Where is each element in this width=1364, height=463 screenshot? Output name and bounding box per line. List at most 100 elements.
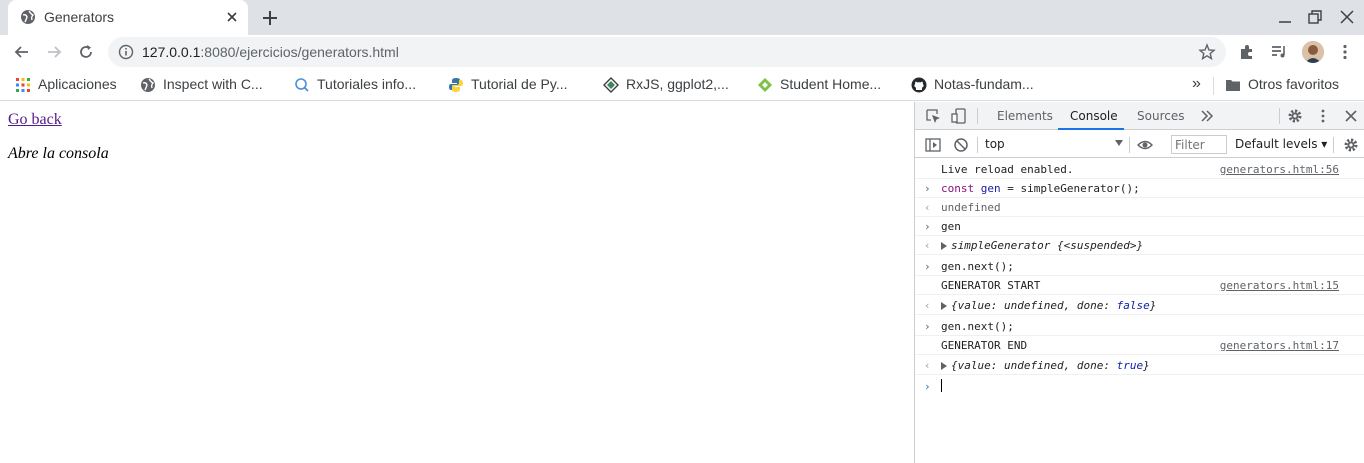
url-path: :8080/ejercicios/generators.html <box>200 44 399 60</box>
github-icon <box>911 77 927 93</box>
expand-triangle-icon <box>941 242 947 250</box>
console-input-row: › gen.next(); <box>915 316 1364 336</box>
close-tab-icon[interactable] <box>224 9 240 25</box>
filter-input[interactable] <box>1171 135 1227 154</box>
close-icon[interactable] <box>1343 108 1359 124</box>
bookmarks-bar: Aplicaciones Inspect with C... Tutoriale… <box>0 69 1364 101</box>
bookmark-label: Notas-fundam... <box>934 76 1034 92</box>
result-object[interactable]: {value: undefined, done: false} <box>941 299 1156 312</box>
new-tab-icon[interactable] <box>260 8 280 28</box>
apps-grid-icon <box>16 78 30 92</box>
console-result-row[interactable]: ‹ {value: undefined, done: true} <box>915 355 1364 375</box>
bookmark-label: Tutoriales info... <box>317 76 417 92</box>
inspect-element-icon[interactable] <box>925 108 941 124</box>
address-bar[interactable]: 127.0.0.1:8080/ejercicios/generators.htm… <box>108 37 1226 67</box>
student-icon <box>758 78 772 92</box>
restore-icon[interactable] <box>1306 8 1324 26</box>
device-toolbar-icon[interactable] <box>951 108 967 124</box>
input-chevron-icon: › <box>924 220 931 233</box>
result-object[interactable]: simpleGenerator {<suspended>} <box>941 239 1143 252</box>
console-input-row: › gen <box>915 216 1364 236</box>
tab-strip: Generators <box>0 0 1364 35</box>
tab-divider <box>1279 108 1280 124</box>
context-value: top <box>985 137 1005 151</box>
back-arrow-icon[interactable] <box>12 42 32 62</box>
toolbar-divider <box>1129 137 1130 153</box>
log-message: GENERATOR END <box>941 339 1028 352</box>
result-arrow-icon: ‹ <box>924 299 931 312</box>
console-settings-icon[interactable] <box>1343 137 1359 153</box>
source-link[interactable]: generators.html:56 <box>1220 163 1339 176</box>
site-info-icon[interactable] <box>118 44 134 60</box>
python-icon <box>449 78 463 92</box>
console-log-row: GENERATOR END generators.html:17 <box>915 335 1364 355</box>
minimize-icon[interactable] <box>1276 8 1294 26</box>
text-caret <box>941 379 942 392</box>
toolbar-divider <box>1333 137 1334 153</box>
source-link[interactable]: generators.html:15 <box>1220 279 1339 292</box>
kebab-menu-icon[interactable] <box>1315 108 1331 124</box>
media-queue-icon[interactable] <box>1270 43 1288 61</box>
devtools-tabbar: Elements Console Sources <box>915 102 1364 130</box>
bookmarks-overflow-button[interactable]: » <box>1192 75 1201 93</box>
page-content: Go back Abre la consola <box>0 102 914 463</box>
command-text: gen.next(); <box>941 260 1014 273</box>
bookmark-label: Tutorial de Py... <box>471 76 568 92</box>
url-host: 127.0.0.1 <box>142 44 201 60</box>
reload-icon[interactable] <box>76 42 96 62</box>
command-text: const gen = simpleGenerator(); <box>941 182 1140 195</box>
profile-avatar[interactable] <box>1302 41 1324 63</box>
tab-console[interactable]: Console <box>1070 109 1118 123</box>
console-toolbar: top Default levels ▾ <box>915 131 1364 158</box>
other-bookmarks-label: Otros favoritos <box>1248 76 1340 92</box>
more-tabs-icon[interactable] <box>1199 108 1215 124</box>
console-input-row: › gen.next(); <box>915 256 1364 276</box>
result-text: undefined <box>941 201 1001 214</box>
url-text: 127.0.0.1:8080/ejercicios/generators.htm… <box>142 44 399 60</box>
tab-elements[interactable]: Elements <box>997 109 1053 123</box>
input-chevron-icon: › <box>924 182 931 195</box>
input-chevron-icon: › <box>924 260 931 273</box>
search-bulb-icon <box>295 78 309 92</box>
globe-icon <box>141 78 155 92</box>
bookmark-label: Aplicaciones <box>38 76 117 92</box>
sidebar-toggle-icon[interactable] <box>925 137 941 153</box>
expand-triangle-icon <box>941 302 947 310</box>
kebab-menu-icon[interactable] <box>1336 43 1354 61</box>
log-message: Live reload enabled. <box>941 163 1074 176</box>
console-result-row[interactable]: ‹ {value: undefined, done: false} <box>915 295 1364 315</box>
clear-console-icon[interactable] <box>953 137 969 153</box>
console-prompt[interactable]: › <box>915 376 1364 396</box>
browser-toolbar: 127.0.0.1:8080/ejercicios/generators.htm… <box>0 35 1364 69</box>
result-arrow-icon: ‹ <box>924 359 931 372</box>
gear-icon[interactable] <box>1287 108 1303 124</box>
log-levels-dropdown[interactable]: Default levels ▾ <box>1235 137 1327 151</box>
input-chevron-icon: › <box>924 320 931 333</box>
bookmarks-separator <box>1213 77 1214 95</box>
eye-icon[interactable] <box>1137 137 1153 153</box>
bookmark-label: RxJS, ggplot2,... <box>626 76 729 92</box>
forward-arrow-icon[interactable] <box>44 42 64 62</box>
result-object[interactable]: {value: undefined, done: true} <box>941 359 1150 372</box>
result-arrow-icon: ‹ <box>924 239 931 252</box>
browser-tab[interactable]: Generators <box>8 0 248 35</box>
log-message: GENERATOR START <box>941 279 1041 292</box>
go-back-link[interactable]: Go back <box>8 111 62 129</box>
context-selector[interactable]: top <box>985 137 1123 153</box>
console-result-row[interactable]: ‹ simpleGenerator {<suspended>} <box>915 235 1364 255</box>
bookmark-star-icon[interactable] <box>1198 43 1216 61</box>
console-log-row: Live reload enabled. generators.html:56 <box>915 159 1364 179</box>
devtools-panel: Elements Console Sources top Filter Defa… <box>914 102 1364 463</box>
console-log-row: GENERATOR START generators.html:15 <box>915 275 1364 295</box>
chevron-down-icon <box>1115 140 1123 146</box>
command-text: gen.next(); <box>941 320 1014 333</box>
avatar-image <box>1302 41 1324 63</box>
expand-triangle-icon <box>941 362 947 370</box>
close-window-icon[interactable] <box>1338 8 1356 26</box>
folder-icon <box>1226 80 1240 91</box>
console-input-row: › const gen = simpleGenerator(); <box>915 178 1364 198</box>
source-link[interactable]: generators.html:17 <box>1220 339 1339 352</box>
globe-icon <box>21 10 35 24</box>
tab-sources[interactable]: Sources <box>1137 109 1184 123</box>
extensions-icon[interactable] <box>1238 43 1256 61</box>
